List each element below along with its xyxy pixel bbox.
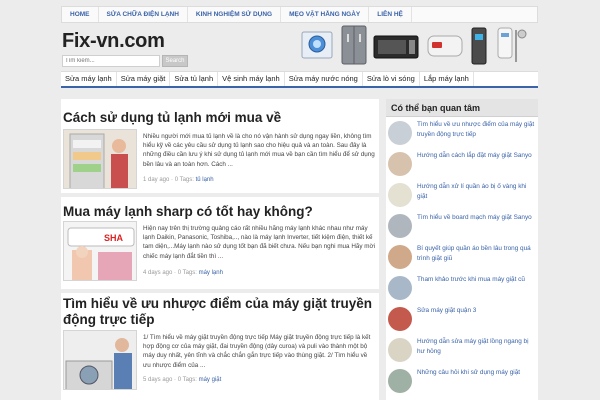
cat-ac-install[interactable]: Lắp máy lạnh [420, 72, 474, 86]
top-nav: HOME SỬA CHỮA ĐIỆN LẠNH KINH NGHIỆM SỬ D… [61, 6, 538, 23]
sidebar-item-title[interactable]: Tham khảo trước khi mua máy giặt cũ [417, 275, 535, 285]
sidebar-thumbnail[interactable] [388, 183, 412, 207]
article-date: 4 days ago · 0 Tags: [143, 270, 199, 276]
sidebar-title: Có thể bạn quan tâm [386, 99, 538, 117]
article-tag[interactable]: máy lạnh [199, 270, 223, 276]
sidebar-thumbnail[interactable] [388, 307, 412, 331]
cat-washer-repair[interactable]: Sửa máy giặt [117, 72, 171, 86]
svg-text:SHA: SHA [104, 233, 124, 243]
sidebar-thumbnail[interactable] [388, 214, 412, 238]
sidebar-item-title[interactable]: Hướng dẫn cách lắp đặt máy giặt Sanyo [417, 151, 535, 161]
search-input[interactable] [62, 55, 160, 67]
sidebar-item[interactable]: Tham khảo trước khi mua máy giặt cũ [386, 275, 538, 304]
water-heater-image [427, 35, 463, 57]
nav-home[interactable]: HOME [62, 7, 99, 22]
article-card: Tìm hiểu về ưu nhược điểm của máy giặt t… [61, 293, 379, 400]
article-meta: 1 day ago · 0 Tags: tủ lạnh [143, 177, 214, 183]
sidebar-item-title[interactable]: Sửa máy giặt quận 3 [417, 306, 535, 316]
sidebar-item[interactable]: Tìm hiểu về board mạch máy giặt Sanyo [386, 213, 538, 242]
cat-ac-cleaning[interactable]: Vệ sinh máy lạnh [218, 72, 285, 86]
sidebar-item[interactable]: Bí quyết giúp quần áo bền lâu trong quá … [386, 244, 538, 273]
microwave-image [373, 35, 419, 59]
sidebar-item-title[interactable]: Tìm hiểu về board mạch máy giặt Sanyo [417, 213, 535, 223]
sidebar-item[interactable]: Hướng dẫn cách lắp đặt máy giặt Sanyo [386, 151, 538, 180]
article-date: 1 day ago · 0 Tags: [143, 177, 196, 183]
article-meta: 5 days ago · 0 Tags: máy giặt [143, 377, 221, 383]
nav-contact[interactable]: LIÊN HỆ [369, 7, 412, 22]
appliance-banner [301, 25, 527, 65]
sidebar-item-title[interactable]: Bí quyết giúp quần áo bền lâu trong quá … [417, 244, 535, 263]
article-list: Cách sử dụng tủ lạnh mới mua về Nhiều ng… [61, 99, 379, 400]
cat-air-conditioner-repair[interactable]: Sửa máy lạnh [61, 72, 117, 86]
article-thumbnail[interactable]: SHA [63, 221, 137, 281]
sidebar-thumbnail[interactable] [388, 276, 412, 300]
article-thumbnail[interactable] [63, 129, 137, 189]
article-title[interactable]: Cách sử dụng tủ lạnh mới mua về [63, 110, 281, 126]
article-title[interactable]: Tìm hiểu về ưu nhược điểm của máy giặt t… [63, 296, 375, 328]
article-meta: 4 days ago · 0 Tags: máy lạnh [143, 270, 223, 276]
cat-water-heater-repair[interactable]: Sửa máy nước nóng [285, 72, 363, 86]
sidebar-thumbnail[interactable] [388, 369, 412, 393]
article-date: 5 days ago · 0 Tags: [143, 377, 199, 383]
washing-machine-image [301, 31, 333, 59]
sidebar-item[interactable]: Hướng dẫn xử lí quần áo bị ố vàng khi gi… [386, 182, 538, 211]
page: HOME SỬA CHỮA ĐIỆN LẠNH KINH NGHIỆM SỬ D… [0, 0, 600, 400]
nav-tips[interactable]: MẸO VẶT HẰNG NGÀY [281, 7, 370, 22]
cat-fridge-repair[interactable]: Sửa tủ lạnh [170, 72, 219, 86]
sidebar-item-title[interactable]: Hướng dẫn sửa máy giặt lồng ngang bị hư … [417, 337, 535, 356]
cat-microwave-repair[interactable]: Sửa lò vi sóng [363, 72, 420, 86]
category-nav: Sửa máy lạnh Sửa máy giặt Sửa tủ lạnh Vệ… [61, 71, 538, 88]
fridge-image [341, 25, 367, 65]
shower-heater-image [497, 27, 527, 62]
site-logo[interactable]: Fix-vn.com [62, 30, 165, 53]
nav-repair[interactable]: SỬA CHỮA ĐIỆN LẠNH [99, 7, 188, 22]
article-card: Mua máy lạnh sharp có tốt hay không? SHA… [61, 197, 379, 289]
article-tag[interactable]: tủ lạnh [196, 177, 214, 183]
sidebar-thumbnail[interactable] [388, 121, 412, 145]
water-purifier-image [471, 27, 487, 65]
article-excerpt: Hiện nay trên thị trường quảng cáo rất n… [143, 225, 376, 260]
related-sidebar: Có thể bạn quan tâm Tìm hiểu về ưu nhược… [386, 99, 538, 400]
sidebar-thumbnail[interactable] [388, 245, 412, 269]
article-card: Cách sử dụng tủ lạnh mới mua về Nhiều ng… [61, 99, 379, 193]
sidebar-item-title[interactable]: Hướng dẫn xử lí quần áo bị ố vàng khi gi… [417, 182, 535, 201]
article-excerpt: 1/ Tìm hiểu về máy giặt truyền động trực… [143, 334, 371, 369]
article-title[interactable]: Mua máy lạnh sharp có tốt hay không? [63, 204, 313, 220]
article-thumbnail[interactable] [63, 330, 137, 390]
sidebar-item[interactable]: Những câu hỏi khi sử dụng máy giặt [386, 368, 538, 397]
article-excerpt: Nhiều người mới mua tủ lạnh về là cho nó… [143, 133, 375, 168]
sidebar-thumbnail[interactable] [388, 338, 412, 362]
sidebar-item-title[interactable]: Tìm hiểu về ưu nhược điểm của máy giặt t… [417, 120, 535, 139]
sidebar-item[interactable]: Sửa máy giặt quận 3 [386, 306, 538, 335]
article-tag[interactable]: máy giặt [199, 377, 222, 383]
sidebar-item-title[interactable]: Những câu hỏi khi sử dụng máy giặt [417, 368, 535, 378]
sidebar-item[interactable]: Tìm hiểu về ưu nhược điểm của máy giặt t… [386, 120, 538, 149]
nav-experience[interactable]: KINH NGHIỆM SỬ DỤNG [188, 7, 282, 22]
sidebar-item[interactable]: Hướng dẫn sửa máy giặt lồng ngang bị hư … [386, 337, 538, 366]
search-button[interactable]: Search [162, 55, 188, 67]
sidebar-thumbnail[interactable] [388, 152, 412, 176]
